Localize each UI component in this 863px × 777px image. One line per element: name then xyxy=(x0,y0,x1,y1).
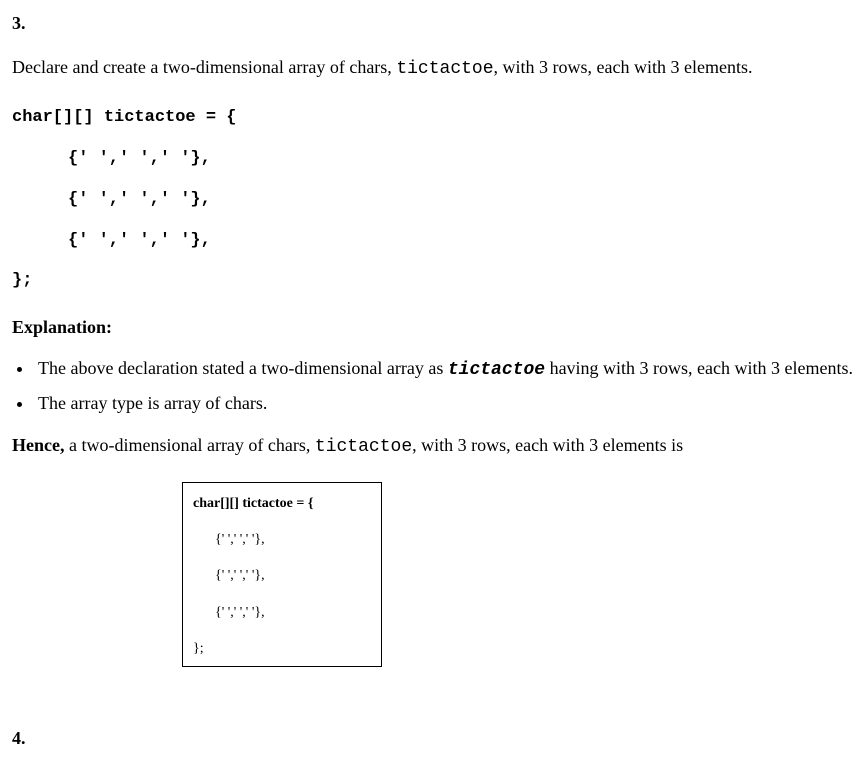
answer-box: char[][] tictactoe = { {' ',' ',' '}, {'… xyxy=(182,482,382,667)
box-line-close: }; xyxy=(193,640,371,658)
code-line-row1: {' ',' ',' '}, xyxy=(12,139,863,180)
intro-code-var: tictactoe xyxy=(396,59,493,79)
question-3-intro: Declare and create a two-dimensional arr… xyxy=(12,54,863,82)
explanation-list: The above declaration stated a two-dimen… xyxy=(12,354,863,418)
hence-pre: a two-dimensional array of chars, xyxy=(64,435,314,455)
question-4-number: 4. xyxy=(12,725,863,751)
hence-bold: Hence, xyxy=(12,435,64,455)
hence-code: tictactoe xyxy=(315,437,412,457)
hence-post: , with 3 rows, each with 3 elements is xyxy=(412,435,683,455)
code-block-main: char[][] tictactoe = {{' ',' ',' '},{' '… xyxy=(12,98,863,302)
box-line-row1: {' ',' ',' '}, xyxy=(193,531,371,549)
intro-text-pre: Declare and create a two-dimensional arr… xyxy=(12,57,396,77)
bullet-2: The array type is array of chars. xyxy=(34,389,863,418)
code-line-row2: {' ',' ',' '}, xyxy=(12,180,863,221)
code-line-decl: char[][] tictactoe = { xyxy=(12,98,863,139)
question-3-number: 3. xyxy=(12,10,863,36)
box-line-row3: {' ',' ',' '}, xyxy=(193,604,371,622)
bullet-1: The above declaration stated a two-dimen… xyxy=(34,354,863,385)
bullet-1-post: having with 3 rows, each with 3 elements… xyxy=(545,358,853,378)
code-line-row3: {' ',' ',' '}, xyxy=(12,221,863,262)
box-line-row2: {' ',' ',' '}, xyxy=(193,567,371,585)
box-line-decl: char[][] tictactoe = { xyxy=(193,495,371,513)
bullet-1-code: tictactoe xyxy=(448,360,545,380)
explanation-label: Explanation: xyxy=(12,314,863,340)
bullet-1-pre: The above declaration stated a two-dimen… xyxy=(38,358,448,378)
intro-text-post: , with 3 rows, each with 3 elements. xyxy=(494,57,753,77)
code-line-close: }; xyxy=(12,261,863,302)
hence-line: Hence, a two-dimensional array of chars,… xyxy=(12,432,863,460)
